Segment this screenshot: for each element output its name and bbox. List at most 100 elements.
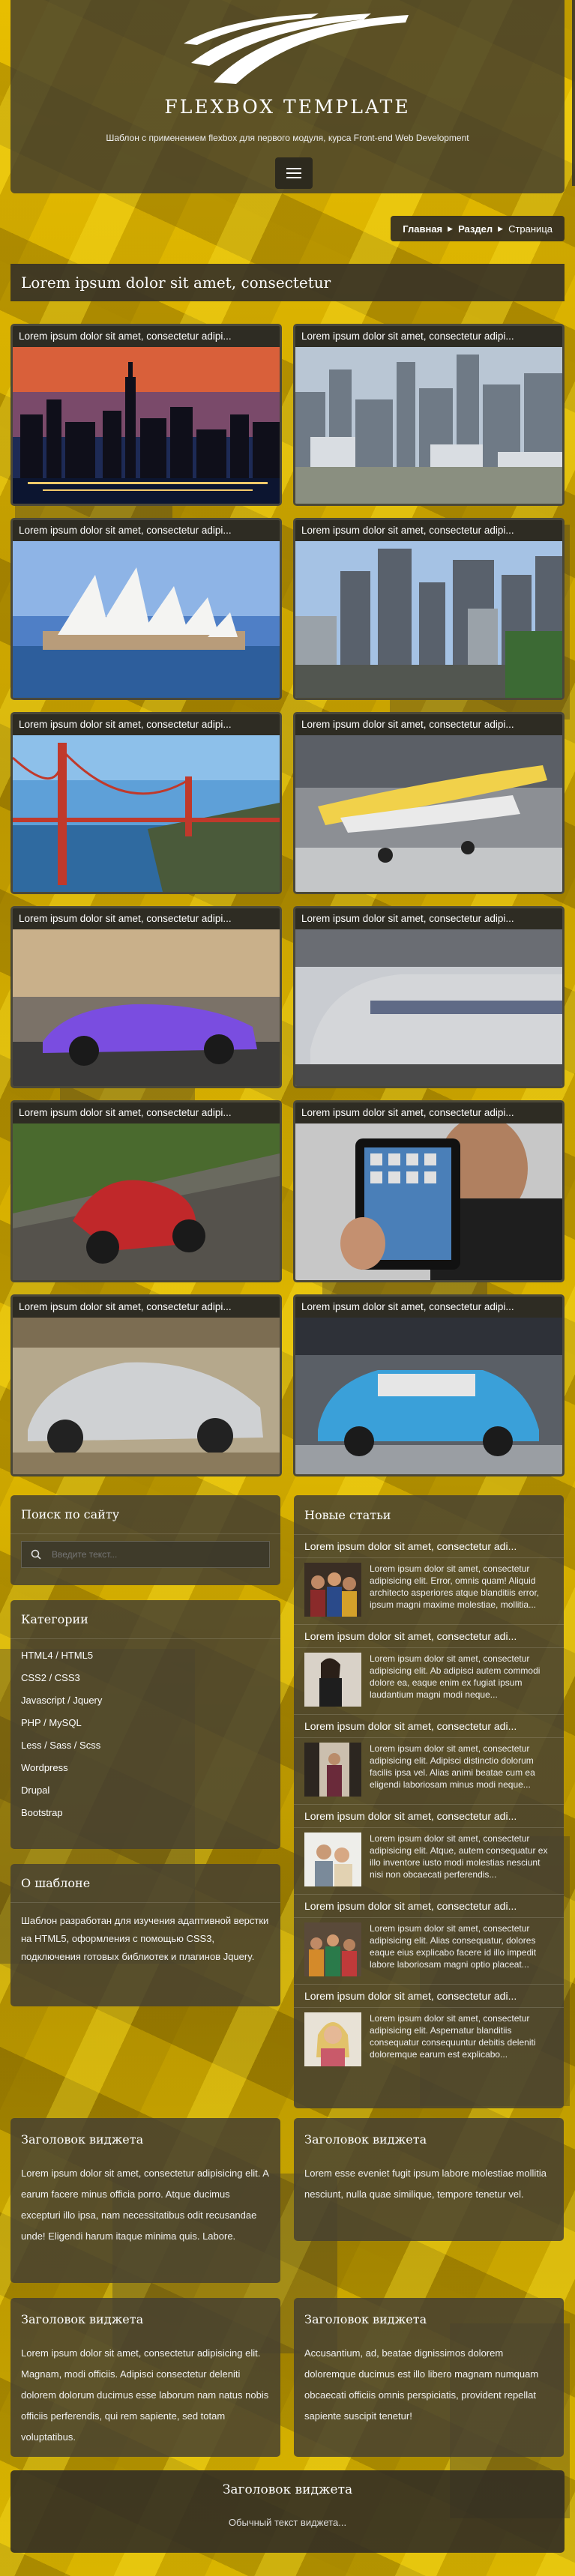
footer-widget: Заголовок виджета Lorem ipsum dolor sit … (10, 2118, 280, 2283)
gallery-caption: Lorem ipsum dolor sit amet, consectetur … (295, 1103, 562, 1123)
new-york-skyline-night-image (13, 347, 280, 504)
logo-icon[interactable] (184, 10, 409, 85)
article-excerpt: Lorem ipsum dolor sit amet, consectetur … (370, 1653, 541, 1700)
gallery-tile[interactable]: Lorem ipsum dolor sit amet, consectetur … (293, 324, 565, 506)
category-link[interactable]: CSS2 / CSS3 (21, 1666, 270, 1689)
article-excerpt: Lorem ipsum dolor sit amet, consectetur … (370, 2013, 536, 2060)
article-item[interactable]: Lorem ipsum dolor sit amet, consectetur … (294, 1534, 564, 1623)
search-widget: Поиск по сайту (10, 1495, 280, 1585)
gallery-caption: Lorem ipsum dolor sit amet, consectetur … (13, 326, 280, 347)
blonde-woman-thumbnail (304, 2012, 361, 2066)
group-people-thumbnail (304, 1563, 361, 1617)
about-widget-text: Шаблон разработан для изучения адаптивно… (21, 1915, 269, 1962)
gallery-tile[interactable]: Lorem ipsum dolor sit amet, consectetur … (293, 712, 565, 894)
high-speed-train-image (295, 929, 562, 1086)
city-skyline-day-image (295, 347, 562, 504)
search-input[interactable] (21, 1541, 270, 1568)
footer-widget-title: Заголовок виджета (304, 2132, 427, 2147)
gallery-tile[interactable]: Lorem ipsum dolor sit amet, consectetur … (293, 1100, 565, 1282)
gallery-tile[interactable]: Lorem ipsum dolor sit amet, consectetur … (10, 1100, 282, 1282)
about-widget-title: О шаблоне (10, 1864, 280, 1903)
footer-title: Заголовок виджета (222, 2482, 353, 2497)
article-title[interactable]: Lorem ipsum dolor sit amet, consectetur … (294, 1624, 564, 1648)
article-item[interactable]: Lorem ipsum dolor sit amet, consectetur … (294, 1804, 564, 1892)
breadcrumb-link-home[interactable]: Главная (403, 223, 442, 235)
article-title[interactable]: Lorem ipsum dolor sit amet, consectetur … (294, 1984, 564, 2008)
gallery-caption: Lorem ipsum dolor sit amet, consectetur … (295, 520, 562, 541)
gallery-caption: Lorem ipsum dolor sit amet, consectetur … (13, 1297, 280, 1318)
category-link[interactable]: Wordpress (21, 1756, 270, 1779)
article-title[interactable]: Lorem ipsum dolor sit amet, consectetur … (294, 1894, 564, 1918)
gallery-caption: Lorem ipsum dolor sit amet, consectetur … (295, 326, 562, 347)
article-excerpt: Lorem ipsum dolor sit amet, consectetur … (370, 1923, 537, 1970)
gallery-tile[interactable]: Lorem ipsum dolor sit amet, consectetur … (10, 518, 282, 700)
breadcrumb-separator-icon: ▶ (498, 224, 504, 232)
categories-list: HTML4 / HTML5 CSS2 / CSS3 Javascript / J… (10, 1639, 280, 1828)
gallery-caption: Lorem ipsum dolor sit amet, consectetur … (295, 1297, 562, 1318)
motorcycle-racer-image (13, 1123, 280, 1280)
hamburger-line (286, 172, 301, 174)
hamburger-line (286, 168, 301, 169)
about-widget: О шаблоне Шаблон разработан для изучения… (10, 1864, 280, 2006)
news-widget: Новые статьи Lorem ipsum dolor sit amet,… (294, 1495, 564, 2108)
article-item[interactable]: Lorem ipsum dolor sit amet, consectetur … (294, 1984, 564, 2072)
article-item[interactable]: Lorem ipsum dolor sit amet, consectetur … (294, 1714, 564, 1803)
article-title[interactable]: Lorem ipsum dolor sit amet, consectetur … (294, 1804, 564, 1828)
gallery-tile[interactable]: Lorem ipsum dolor sit amet, consectetur … (10, 712, 282, 894)
footer-widget-text: Accusantium, ad, beatae dignissimos dolo… (304, 2347, 539, 2422)
gallery-tile[interactable]: Lorem ipsum dolor sit amet, consectetur … (293, 518, 565, 700)
gallery-caption: Lorem ipsum dolor sit amet, consectetur … (13, 908, 280, 929)
footer-widget: Заголовок виджета Lorem esse eveniet fug… (294, 2118, 564, 2241)
category-link[interactable]: Less / Sass / Scss (21, 1734, 270, 1756)
friends-group-thumbnail (304, 1922, 361, 1976)
gallery-caption: Lorem ipsum dolor sit amet, consectetur … (13, 520, 280, 541)
category-link[interactable]: HTML4 / HTML5 (21, 1644, 270, 1666)
footer-widget-text: Lorem ipsum dolor sit amet, consectetur … (21, 2347, 269, 2443)
breadcrumb: Главная ▶ Раздел ▶ Страница (391, 216, 565, 241)
hamburger-menu-button[interactable] (275, 157, 313, 189)
breadcrumb-link-section[interactable]: Раздел (458, 223, 493, 235)
footer-widget: Заголовок виджета Lorem ipsum dolor sit … (10, 2298, 280, 2457)
category-link[interactable]: Javascript / Jquery (21, 1689, 270, 1711)
article-item[interactable]: Lorem ipsum dolor sit amet, consectetur … (294, 1894, 564, 1982)
vintage-airplane-hangar-image (295, 735, 562, 892)
footer-widget-text: Lorem ipsum dolor sit amet, consectetur … (21, 2168, 269, 2242)
hamburger-line (286, 177, 301, 178)
category-link[interactable]: Bootstrap (21, 1801, 270, 1824)
site-subtitle: Шаблон с применением flexbox для первого… (106, 133, 469, 143)
gallery-caption: Lorem ipsum dolor sit amet, consectetur … (13, 1103, 280, 1123)
gallery-tile[interactable]: Lorem ipsum dolor sit amet, consectetur … (293, 906, 565, 1088)
gallery-tile[interactable]: Lorem ipsum dolor sit amet, consectetur … (10, 1294, 282, 1476)
footer-widget-title: Заголовок виджета (304, 2311, 427, 2326)
site-header: FLEXBOX TEMPLATE Шаблон с применением fl… (10, 0, 565, 193)
footer-widget-title: Заголовок виджета (21, 2132, 144, 2147)
couple-bright-thumbnail (304, 1833, 361, 1886)
gallery-caption: Lorem ipsum dolor sit amet, consectetur … (295, 908, 562, 929)
woman-doorway-thumbnail (304, 1743, 361, 1797)
footer-widget: Заголовок виджета Accusantium, ad, beata… (294, 2298, 564, 2457)
gallery-tile[interactable]: Lorem ipsum dolor sit amet, consectetur … (10, 906, 282, 1088)
gallery-tile[interactable]: Lorem ipsum dolor sit amet, consectetur … (293, 1294, 565, 1476)
footer-widget-title: Заголовок виджета (21, 2311, 144, 2326)
category-link[interactable]: PHP / MySQL (21, 1711, 270, 1734)
breadcrumb-separator-icon: ▶ (448, 224, 454, 232)
search-widget-title: Поиск по сайту (10, 1495, 280, 1534)
footer-widget-text: Lorem esse eveniet fugit ipsum labore mo… (304, 2168, 547, 2200)
article-excerpt: Lorem ipsum dolor sit amet, consectetur … (370, 1743, 535, 1790)
blue-mini-car-image (295, 1318, 562, 1474)
footer-text: Обычный текст виджета... (228, 2517, 347, 2528)
news-widget-title: Новые статьи (304, 1507, 391, 1522)
article-title[interactable]: Lorem ipsum dolor sit amet, consectetur … (294, 1714, 564, 1738)
article-item[interactable]: Lorem ipsum dolor sit amet, consectetur … (294, 1624, 564, 1713)
category-link[interactable]: Drupal (21, 1779, 270, 1801)
golden-gate-bridge-image (13, 735, 280, 892)
article-title[interactable]: Lorem ipsum dolor sit amet, consectetur … (294, 1534, 564, 1558)
page-title: Lorem ipsum dolor sit amet, consectetur (10, 264, 565, 301)
gallery-tile[interactable]: Lorem ipsum dolor sit amet, consectetur … (10, 324, 282, 506)
man-holding-tablet-image (295, 1123, 562, 1280)
search-icon (31, 1549, 41, 1560)
silver-sports-car-image (13, 1318, 280, 1474)
woman-posing-thumbnail (304, 1653, 361, 1707)
city-highway-towers-image (295, 541, 562, 698)
site-footer: Заголовок виджета Обычный текст виджета.… (10, 2470, 565, 2553)
